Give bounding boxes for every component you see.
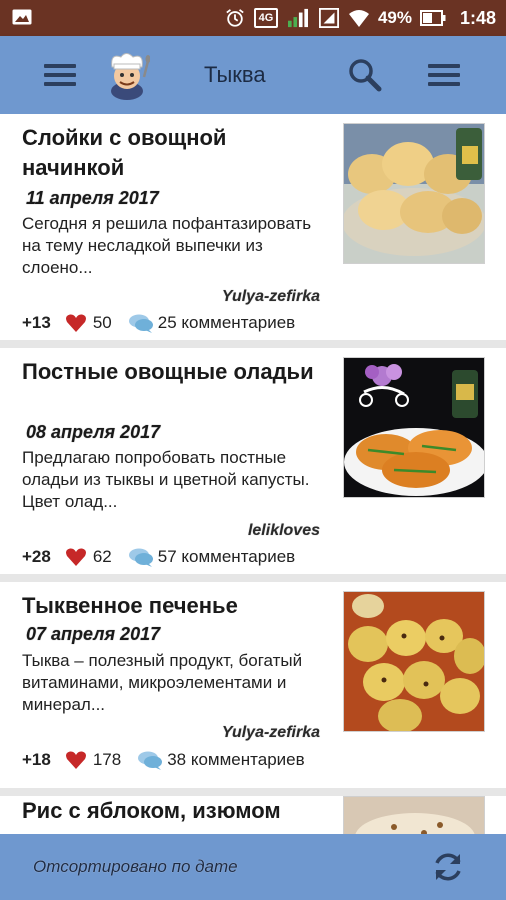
image-icon xyxy=(12,9,32,25)
rating: +18 xyxy=(22,750,51,769)
puff-pastry-photo xyxy=(344,124,484,263)
wifi-icon xyxy=(348,10,369,27)
divider xyxy=(0,788,506,796)
search-button[interactable] xyxy=(346,56,384,94)
recipe-thumbnail[interactable] xyxy=(343,123,485,264)
recipe-card[interactable]: Слойки с овощной начинкой 11 апреля 2017… xyxy=(0,114,506,340)
heart-icon[interactable] xyxy=(65,750,87,770)
recipe-stats: +28 62 57 комментариев xyxy=(22,545,295,569)
recipe-card[interactable]: Постные овощные оладьи 08 апреля 2017 Пр… xyxy=(0,348,506,574)
recipe-author[interactable]: lelikloves xyxy=(0,522,320,540)
recipe-stats: +13 50 25 комментариев xyxy=(22,311,295,335)
battery-percent: 49% xyxy=(377,8,412,27)
recipe-title[interactable]: Тыквенное печенье xyxy=(22,591,332,621)
comment-icon[interactable] xyxy=(137,750,163,770)
refresh-icon xyxy=(435,853,461,881)
signal-icon xyxy=(287,8,308,28)
chef-logo xyxy=(111,53,150,100)
status-bar: 4G 49% 1:48 xyxy=(0,0,506,36)
pancakes-photo xyxy=(344,358,484,497)
recipe-excerpt: Тыква – полезный продукт, богатый витами… xyxy=(22,651,303,714)
like-count: 50 xyxy=(92,313,112,332)
rating: +13 xyxy=(22,313,51,332)
alarm-icon xyxy=(226,9,244,27)
recipe-excerpt: Сегодня я решила пофантазировать на тему… xyxy=(22,214,312,277)
recipe-title[interactable]: Рис с яблоком, изюмом xyxy=(22,796,332,826)
recipe-feed[interactable]: Слойки с овощной начинкой 11 апреля 2017… xyxy=(0,114,506,834)
refresh-button[interactable] xyxy=(430,849,466,885)
divider xyxy=(0,340,506,348)
comment-count[interactable]: 38 комментариев xyxy=(167,750,304,770)
recipe-title[interactable]: Постные овощные оладьи xyxy=(22,357,332,387)
recipe-stats: +18 178 38 комментариев xyxy=(22,748,305,772)
sort-label[interactable]: Отсортировано по дате xyxy=(33,857,238,877)
comment-icon[interactable] xyxy=(128,313,154,333)
recipe-date: 08 апреля 2017 xyxy=(26,422,161,442)
recipe-date: 07 апреля 2017 xyxy=(26,624,161,644)
battery-icon xyxy=(419,10,446,26)
heart-icon[interactable] xyxy=(65,313,87,333)
recipe-excerpt: Предлагаю попробовать постные оладьи из … xyxy=(22,448,310,511)
menu-button[interactable] xyxy=(40,58,80,92)
recipe-thumbnail[interactable] xyxy=(343,796,485,834)
network-4g-icon: 4G xyxy=(253,8,278,28)
signal-2-icon xyxy=(318,8,339,28)
cookies-photo xyxy=(344,592,484,731)
recipe-thumbnail[interactable] xyxy=(343,591,485,732)
rating: +28 xyxy=(22,547,51,566)
clock: 1:48 xyxy=(459,7,496,28)
comment-count[interactable]: 57 комментариев xyxy=(158,547,295,567)
comment-count[interactable]: 25 комментариев xyxy=(158,313,295,333)
recipe-card[interactable]: Тыквенное печенье 07 апреля 2017 Тыква –… xyxy=(0,582,506,788)
like-count: 178 xyxy=(92,750,122,769)
recipe-author[interactable]: Yulya-zefirka xyxy=(0,288,320,306)
app-bar: Тыква xyxy=(0,36,506,114)
more-menu-button[interactable] xyxy=(424,58,464,92)
like-count: 62 xyxy=(92,547,112,566)
comment-icon[interactable] xyxy=(128,547,154,567)
recipe-card[interactable]: Рис с яблоком, изюмом xyxy=(0,796,506,834)
recipe-author[interactable]: Yulya-zefirka xyxy=(0,724,320,742)
divider xyxy=(0,574,506,582)
page-title: Тыква xyxy=(204,62,266,87)
recipe-thumbnail[interactable] xyxy=(343,357,485,498)
heart-icon[interactable] xyxy=(65,547,87,567)
recipe-title[interactable]: Слойки с овощной начинкой xyxy=(22,123,332,183)
recipe-date: 11 апреля 2017 xyxy=(26,188,159,208)
bottom-bar: Отсортировано по дате xyxy=(0,834,506,900)
rice-photo xyxy=(344,797,484,834)
search-icon xyxy=(349,59,382,92)
